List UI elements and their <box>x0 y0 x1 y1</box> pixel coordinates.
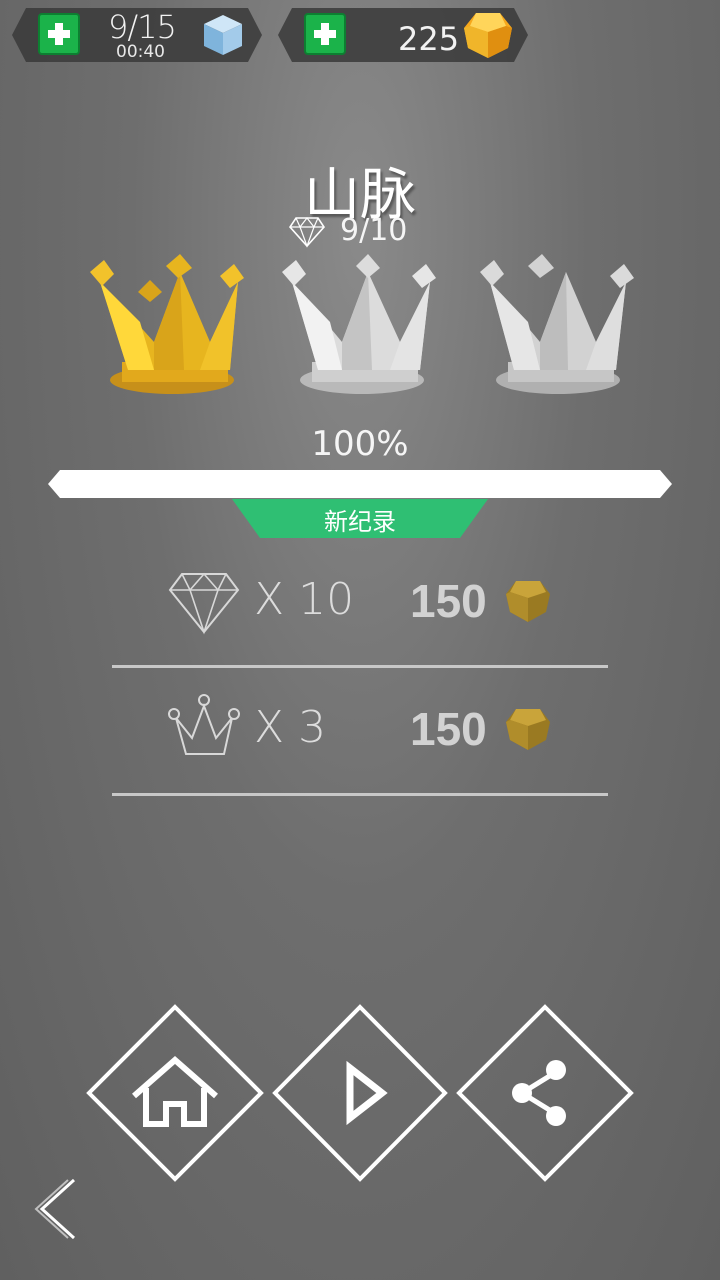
crown-multiplier: X 3 <box>254 702 327 753</box>
diamond-count: 9/10 <box>340 213 408 248</box>
play-icon <box>346 1060 388 1126</box>
progress-fill <box>48 470 672 498</box>
share-icon <box>512 1060 566 1126</box>
share-button[interactable] <box>456 1004 634 1182</box>
crown-outline-icon <box>168 694 240 755</box>
coin-count: 225 <box>398 20 460 58</box>
crown-reward-value: 150 <box>410 703 487 755</box>
back-button[interactable] <box>34 1178 80 1240</box>
divider <box>112 793 608 796</box>
home-icon <box>132 1056 218 1127</box>
add-coins-button[interactable] <box>304 13 346 55</box>
diamond-small-icon <box>288 217 326 248</box>
energy-count: 9/15 <box>108 8 177 46</box>
add-energy-button[interactable] <box>38 13 80 55</box>
diamond-reward-value: 150 <box>410 575 487 627</box>
coin-bar: 225 <box>278 8 528 62</box>
home-button[interactable] <box>86 1004 264 1182</box>
diamond-multiplier: X 10 <box>254 574 355 625</box>
chevron-left-icon <box>34 1178 76 1240</box>
diamond-outline-icon <box>168 572 240 635</box>
crown-gold-icon <box>90 254 244 394</box>
energy-timer: 00:40 <box>116 42 165 62</box>
gold-gem-icon <box>464 13 512 58</box>
crown-silver-icon <box>480 254 634 394</box>
crown-silver-icon <box>282 254 436 394</box>
bronze-gem-icon <box>506 709 550 750</box>
new-record-label: 新纪录 <box>324 508 396 536</box>
replay-button[interactable] <box>272 1004 448 1182</box>
bronze-gem-icon <box>506 581 550 622</box>
energy-bar: 9/15 00:40 <box>12 8 262 62</box>
progress-percent: 100% <box>311 424 409 464</box>
divider <box>112 665 608 668</box>
blue-cube-icon <box>204 15 242 55</box>
